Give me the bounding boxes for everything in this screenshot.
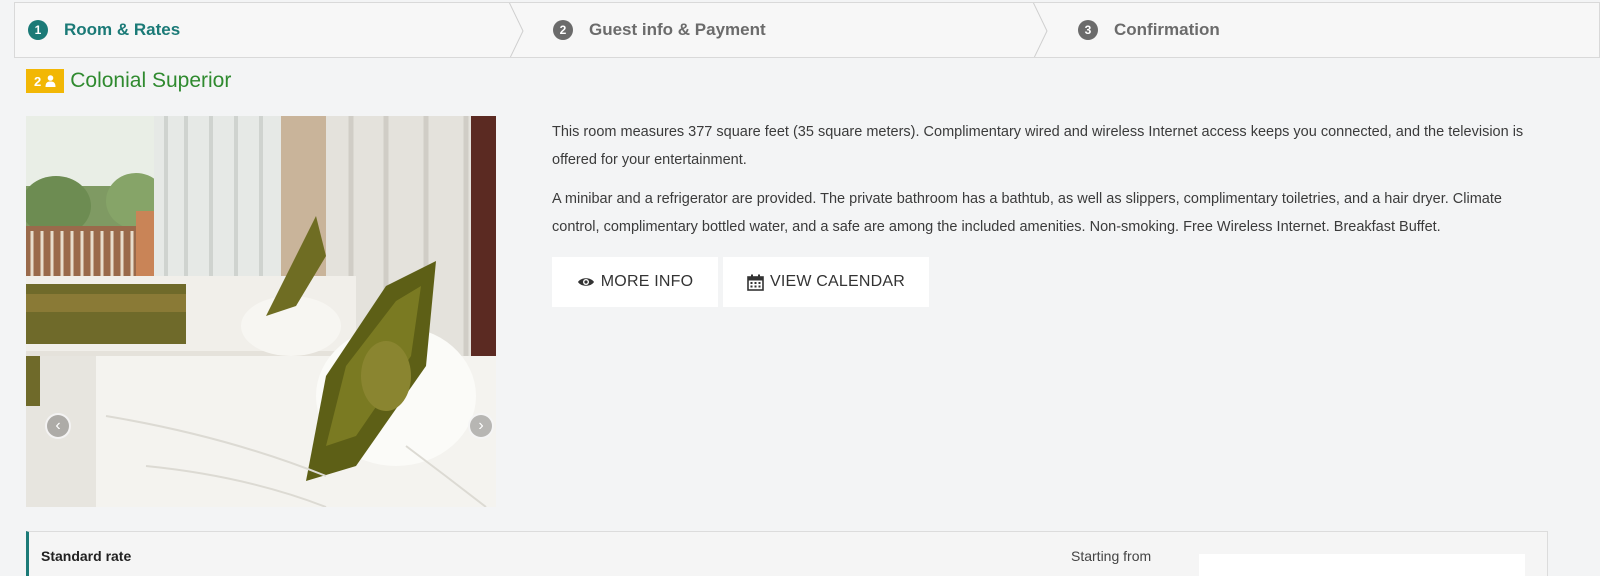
step-label: Room & Rates	[64, 20, 181, 39]
more-info-label: MORE INFO	[600, 273, 694, 290]
step-confirmation[interactable]: 3 Confirmation	[1078, 3, 1220, 57]
price-box	[1199, 554, 1525, 576]
room-image-carousel[interactable]: ‹ ›	[26, 116, 496, 507]
carousel-next-button[interactable]: ›	[468, 413, 494, 439]
chevron-left-icon: ‹	[55, 417, 61, 434]
guest-count: 2	[34, 73, 42, 89]
step-divider-chevron	[1033, 3, 1048, 57]
person-icon	[45, 75, 56, 87]
room-name[interactable]: Colonial Superior	[70, 69, 231, 93]
booking-stepper: 1 Room & Rates 2 Guest info & Payment 3 …	[14, 2, 1600, 58]
view-calendar-button[interactable]: VIEW CALENDAR	[723, 257, 929, 307]
rate-panel: Standard rate Starting from	[26, 531, 1548, 576]
description-paragraph: This room measures 377 square feet (35 s…	[552, 124, 1524, 168]
view-calendar-label: VIEW CALENDAR	[769, 273, 906, 290]
chevron-right-icon: ›	[478, 417, 484, 434]
description-paragraph: A minibar and a refrigerator are provide…	[552, 191, 1502, 235]
eye-icon	[577, 278, 594, 286]
step-number-badge: 1	[28, 20, 48, 40]
step-divider-chevron	[509, 3, 524, 57]
room-header: 2 Colonial Superior	[26, 69, 231, 93]
room-description: This room measures 377 square feet (35 s…	[552, 118, 1552, 241]
calendar-icon	[747, 274, 764, 291]
room-photo	[26, 116, 496, 507]
step-number-badge: 2	[553, 20, 573, 40]
step-room-rates[interactable]: 1 Room & Rates	[28, 3, 180, 57]
more-info-button[interactable]: MORE INFO	[552, 257, 718, 307]
guest-capacity-badge: 2	[26, 69, 65, 93]
step-label: Guest info & Payment	[589, 20, 766, 39]
starting-from-label: Starting from	[1071, 548, 1152, 564]
step-guest-info-payment[interactable]: 2 Guest info & Payment	[553, 3, 766, 57]
carousel-prev-button[interactable]: ‹	[45, 413, 71, 439]
step-label: Confirmation	[1114, 20, 1220, 39]
step-number-badge: 3	[1078, 20, 1098, 40]
rate-name: Standard rate	[41, 548, 132, 564]
